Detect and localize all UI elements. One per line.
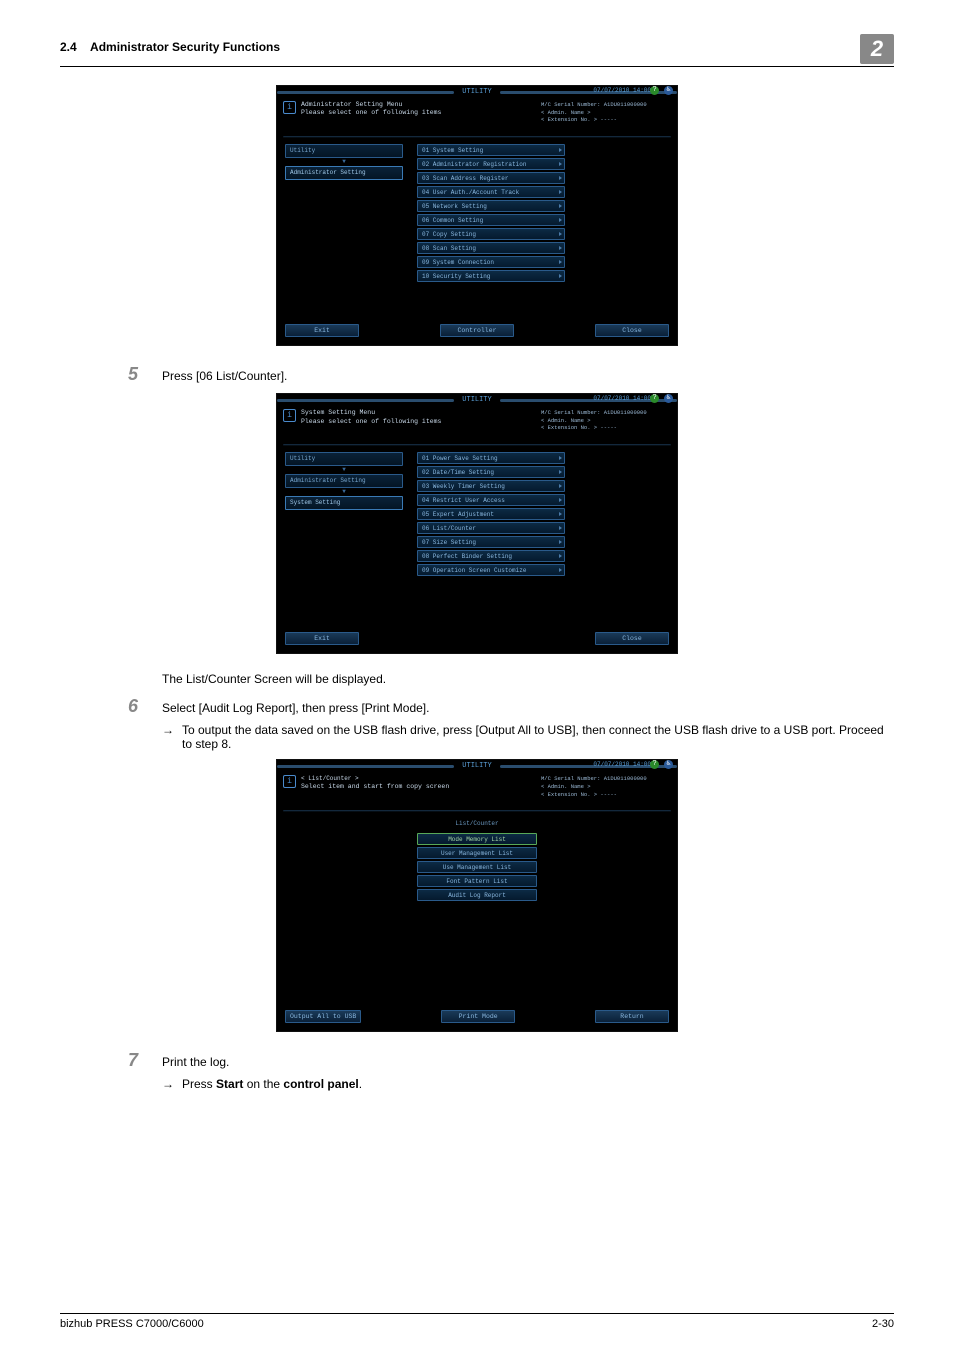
breadcrumb-item[interactable]: System Setting: [285, 496, 403, 510]
step-number: 7: [128, 1050, 162, 1071]
screenshot-list-counter: UTILITY 07/07/2010 14:00 ? ♿ i < List/Co…: [276, 759, 678, 1032]
close-button[interactable]: Close: [595, 324, 669, 337]
menu-item[interactable]: Mode Memory List: [417, 833, 537, 845]
help-icon[interactable]: ?: [650, 394, 659, 403]
screenshot-system-setting: UTILITY 07/07/2010 14:00 ? ♿ i System Se…: [276, 393, 678, 654]
menu-item[interactable]: 06 List/Counter: [417, 522, 565, 534]
info-icon: i: [283, 775, 296, 788]
screen-subtitle: Please select one of following items: [301, 109, 541, 117]
substep-text: To output the data saved on the USB flas…: [182, 723, 894, 751]
substep-text: Press Start on the control panel.: [182, 1077, 894, 1091]
arrow-icon: →: [162, 1077, 182, 1091]
step-text: Select [Audit Log Report], then press [P…: [162, 701, 894, 715]
info-icon: i: [283, 101, 296, 114]
breadcrumb-item[interactable]: Utility: [285, 452, 403, 466]
menu-item[interactable]: 10 Security Setting: [417, 270, 565, 282]
breadcrumb-item[interactable]: Utility: [285, 144, 403, 158]
menu-item[interactable]: 08 Perfect Binder Setting: [417, 550, 565, 562]
machine-info: M/C Serial Number: A1DU011000000 < Admin…: [541, 409, 671, 432]
menu-item[interactable]: 01 Power Save Setting: [417, 452, 565, 464]
menu-item[interactable]: 08 Scan Setting: [417, 242, 565, 254]
menu-item[interactable]: 01 System Setting: [417, 144, 565, 156]
output-usb-button[interactable]: Output All to USB: [285, 1010, 361, 1023]
menu-item[interactable]: 04 User Auth./Account Track: [417, 186, 565, 198]
menu-item[interactable]: 02 Administrator Registration: [417, 158, 565, 170]
help-icon[interactable]: ?: [650, 86, 659, 95]
menu-item[interactable]: Use Management List: [417, 861, 537, 873]
panel-title: UTILITY: [454, 396, 499, 404]
exit-button[interactable]: Exit: [285, 324, 359, 337]
step-text: Press [06 List/Counter].: [162, 369, 894, 383]
screenshot-admin-setting: UTILITY 07/07/2010 14:00 ? ♿ i Administr…: [276, 85, 678, 346]
menu-item[interactable]: 03 Scan Address Register: [417, 172, 565, 184]
tab-label: List/Counter: [285, 818, 669, 833]
menu-item[interactable]: 09 System Connection: [417, 256, 565, 268]
breadcrumb-item[interactable]: Administrator Setting: [285, 474, 403, 488]
chapter-badge: 2: [860, 34, 894, 64]
close-button[interactable]: Close: [595, 632, 669, 645]
menu-item[interactable]: 02 Date/Time Setting: [417, 466, 565, 478]
step-text: Print the log.: [162, 1055, 894, 1069]
datetime: 07/07/2010 14:00: [593, 761, 651, 768]
menu-item[interactable]: User Management List: [417, 847, 537, 859]
exit-button[interactable]: Exit: [285, 632, 359, 645]
controller-button[interactable]: Controller: [440, 324, 514, 337]
chevron-down-icon: ▼: [285, 467, 403, 473]
menu-item[interactable]: 05 Network Setting: [417, 200, 565, 212]
menu-item[interactable]: 07 Size Setting: [417, 536, 565, 548]
datetime: 07/07/2010 14:00: [593, 87, 651, 94]
menu-item[interactable]: Audit Log Report: [417, 889, 537, 901]
menu-item[interactable]: 06 Common Setting: [417, 214, 565, 226]
breadcrumb-item[interactable]: Administrator Setting: [285, 166, 403, 180]
accessibility-icon[interactable]: ♿: [664, 394, 673, 403]
screen-subtitle: Select item and start from copy screen: [301, 783, 541, 791]
screen-subtitle: Please select one of following items: [301, 418, 541, 426]
info-icon: i: [283, 409, 296, 422]
menu-item[interactable]: 04 Restrict User Access: [417, 494, 565, 506]
screen-title: < List/Counter >: [301, 775, 541, 783]
machine-info: M/C Serial Number: A1DU011000000 < Admin…: [541, 101, 671, 124]
menu-item[interactable]: 07 Copy Setting: [417, 228, 565, 240]
body-text: The List/Counter Screen will be displaye…: [162, 672, 894, 686]
print-mode-button[interactable]: Print Mode: [441, 1010, 515, 1023]
accessibility-icon[interactable]: ♿: [664, 86, 673, 95]
return-button[interactable]: Return: [595, 1010, 669, 1023]
datetime: 07/07/2010 14:00: [593, 395, 651, 402]
menu-item[interactable]: 09 Operation Screen Customize: [417, 564, 565, 576]
machine-info: M/C Serial Number: A1DU011000000 < Admin…: [541, 775, 671, 798]
menu-item[interactable]: 03 Weekly Timer Setting: [417, 480, 565, 492]
screen-title: System Setting Menu: [301, 409, 541, 417]
menu-item[interactable]: Font Pattern List: [417, 875, 537, 887]
screen-title: Administrator Setting Menu: [301, 101, 541, 109]
section-header: 2.4 Administrator Security Functions: [60, 40, 280, 54]
accessibility-icon[interactable]: ♿: [664, 760, 673, 769]
panel-title: UTILITY: [454, 88, 499, 96]
arrow-icon: →: [162, 723, 182, 751]
panel-title: UTILITY: [454, 762, 499, 770]
help-icon[interactable]: ?: [650, 760, 659, 769]
step-number: 5: [128, 364, 162, 385]
step-number: 6: [128, 696, 162, 717]
footer-page: 2-30: [872, 1318, 894, 1330]
chevron-down-icon: ▼: [285, 159, 403, 165]
chevron-down-icon: ▼: [285, 489, 403, 495]
menu-item[interactable]: 05 Expert Adjustment: [417, 508, 565, 520]
footer-model: bizhub PRESS C7000/C6000: [60, 1318, 204, 1330]
